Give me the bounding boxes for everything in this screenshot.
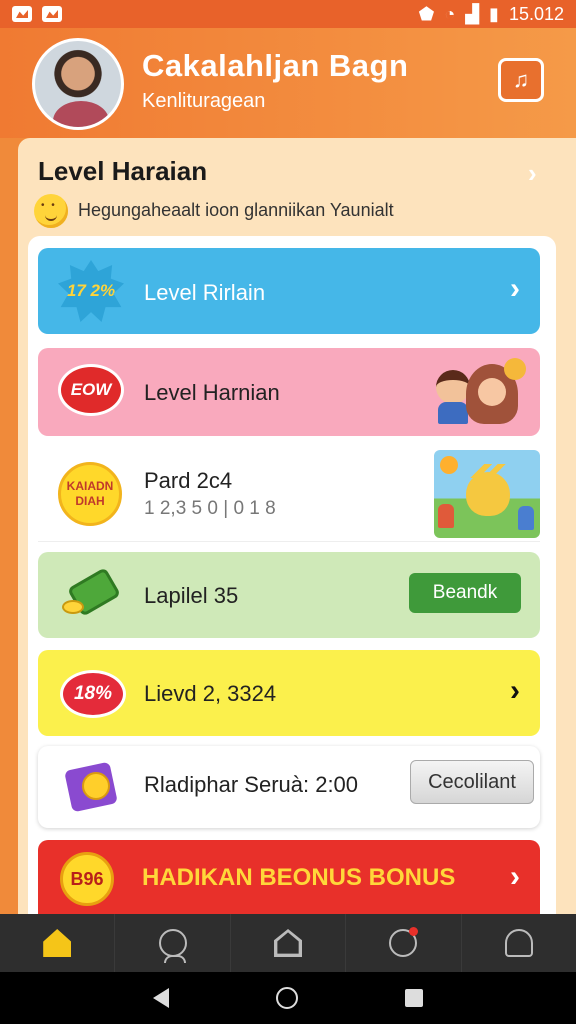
percent-badge: 18% [60,670,126,718]
house-icon [274,929,303,957]
speech-bubble-badge: EOW [58,364,124,416]
nav-chat[interactable] [346,914,462,972]
rewards-icon [504,929,533,957]
gallery-icon [12,6,32,22]
list-item-label: Pard 2c4 [144,468,233,493]
system-nav [0,972,576,1024]
nav-house[interactable] [231,914,347,972]
list-item-label: Lapilel 35 [144,583,239,608]
chevron-right-icon: › [510,272,520,305]
list-item-label: Level Rirlain [144,280,266,305]
starburst-badge: 17 2% [58,260,124,322]
recents-icon[interactable] [404,989,423,1007]
bonus-banner[interactable]: B96 HADIKAN BEONUS BONUS › [38,840,540,918]
list-item[interactable]: 18% Lievd 2, 3324 › [38,650,540,736]
list-item-label: Lievd 2, 3324 [144,681,277,706]
page-title: Cakalahljan Bagn [142,48,409,83]
chevron-right-icon[interactable]: › [528,158,537,189]
back-icon[interactable] [153,988,170,1008]
smiley-icon [34,194,68,228]
avatar[interactable] [32,38,124,130]
battery-icon: ▮ [489,3,499,24]
bonus-label: HADIKAN BEONUS BONUS [142,864,456,891]
coin-badge: KAIADN DIAH [58,462,122,526]
location-icon: ⬟ [418,3,435,24]
tag-icon [62,567,122,620]
list-item-label: Level Harnian [144,380,280,405]
nav-rewards[interactable] [462,914,576,972]
chevron-right-icon: › [510,674,520,707]
list-item[interactable]: EOW Level Harnian [38,348,540,436]
wifi-icon: ◔ [444,3,456,24]
home-icon [43,929,72,957]
page-subtitle: Kenlituragean [142,90,266,112]
profile-icon [158,929,187,963]
list-item[interactable]: KAIADN DIAH Pard 2c4 1 2,3 5 0 | 0 1 8 [38,448,540,542]
kids-illustration [436,358,526,428]
coin-badge: B96 [60,852,114,906]
panel-subtitle: Hegungaheaalt ioon glanniikan Yaunialt [78,200,394,220]
bottom-nav [0,914,576,972]
header: Cakalahljan Bagn Kenlituragean ♫ [0,28,576,138]
action-button[interactable]: Beandk [409,573,521,613]
action-button[interactable]: Cecolilant [410,760,534,804]
home-circle-icon[interactable] [275,987,298,1009]
list-item-label: Rladiphar Seruà: 2:00 [144,772,359,797]
cat-illustration [434,450,540,538]
signal-icon: ▟ [465,3,480,24]
photo-icon [42,6,62,22]
music-note-icon[interactable]: ♫ [498,58,544,102]
list-item[interactable]: Lapilel 35 Beandk [38,552,540,638]
chat-icon [389,927,419,957]
panel-title: Level Haraian [38,156,208,186]
status-time: 15.012 [508,3,564,24]
nav-profile[interactable] [115,914,231,972]
status-bar: ⬟ ◔ ▟ ▮ 15.012 [0,0,576,28]
chevron-right-icon: › [510,860,520,893]
nav-home[interactable] [0,914,116,972]
list-item-sub: 1 2,3 5 0 | 0 1 8 [144,498,276,519]
list-item[interactable]: 17 2% Level Rirlain › [38,248,540,334]
gift-icon [64,760,120,814]
list-item[interactable]: Rladiphar Seruà: 2:00 Cecolilant [38,746,540,828]
